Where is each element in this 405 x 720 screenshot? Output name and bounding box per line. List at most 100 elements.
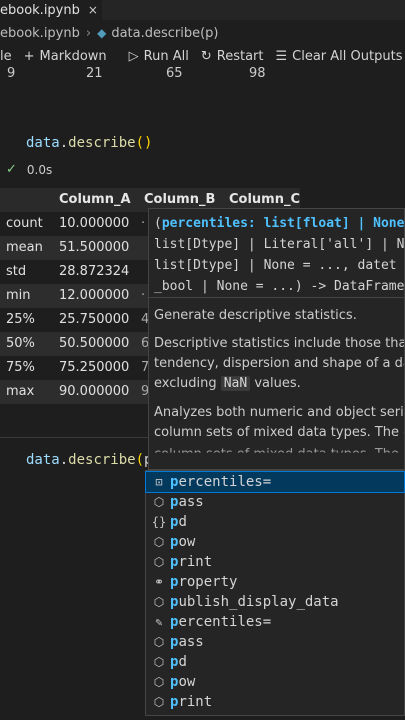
suggestion-label: ass: [178, 634, 204, 650]
signature-help-popup: (percentiles: list[float] | None list[Dt…: [148, 208, 405, 470]
restart-button[interactable]: ↻ Restart: [201, 49, 264, 64]
method-icon: ⬡: [153, 695, 165, 709]
execution-time: 0.0s: [26, 162, 53, 177]
row-index: min: [6, 288, 31, 303]
suggestion-item[interactable]: ⚭ p roperty: [146, 572, 404, 592]
hover-divider: [149, 297, 404, 298]
suggestion-item[interactable]: ⬡ p d: [146, 652, 404, 672]
execution-status: ✓ 0.0s: [6, 162, 52, 177]
row-index: 25%: [6, 312, 35, 327]
code-cell-describe[interactable]: data.describe(): [26, 135, 405, 151]
clear-all-outputs-label: Clear All Outputs: [292, 48, 403, 64]
row-index: 75%: [6, 360, 35, 375]
notebook-toolbar: le + Markdown ▷ Run All ↻ Restart ☰ Clea…: [0, 44, 405, 68]
suggestion-label: ass: [178, 494, 204, 510]
row-index: std: [6, 264, 27, 279]
run-all-label: Run All: [143, 48, 189, 64]
row-value-clipped: ·: [141, 288, 146, 303]
doc-text: Analyzes both numeric and object series: [154, 405, 405, 420]
code-cell-label: le: [0, 48, 12, 64]
row-value: 90.000000: [59, 384, 130, 399]
suggestion-match: p: [170, 614, 179, 630]
suggestion-match: p: [170, 674, 179, 690]
previous-output-cell: 9: [7, 66, 16, 81]
column-header: Column_B: [144, 192, 216, 207]
row-value: 50.500000: [59, 336, 130, 351]
suggestion-item[interactable]: ⬡ p ass: [146, 492, 404, 512]
code-parens: (): [135, 135, 153, 151]
run-icon: ▷: [128, 48, 139, 64]
column-header: Column_C: [229, 192, 301, 207]
row-value: 51.500000: [59, 240, 130, 255]
python-icon: ◆: [97, 26, 107, 40]
suggestion-match: p: [170, 494, 179, 510]
suggestion-label: d: [178, 514, 187, 530]
suggestion-item[interactable]: ⬡ p rint: [146, 692, 404, 712]
clear-all-outputs-button[interactable]: ☰ Clear All Outputs: [276, 49, 403, 64]
run-all-button[interactable]: ▷ Run All: [129, 49, 189, 64]
method-icon: ⬡: [153, 555, 165, 569]
editor-tab-bar: ebook.ipynb ×: [0, 0, 405, 20]
notebook-tab[interactable]: ebook.ipynb ×: [0, 0, 102, 20]
active-parameter: percentiles: list[float] | None: [161, 216, 405, 231]
row-value: 28.872324: [59, 264, 130, 279]
clear-outputs-icon: ☰: [275, 48, 288, 64]
add-markdown-button[interactable]: + Markdown: [24, 49, 107, 64]
suggestion-item[interactable]: ✎ p ercentiles=: [146, 612, 404, 632]
check-icon: ✓: [6, 162, 17, 177]
method-icon: ⬡: [153, 535, 165, 549]
suggestion-match: p: [170, 654, 179, 670]
method-icon: ⬡: [153, 635, 165, 649]
suggestion-label: ercentiles=: [178, 614, 272, 630]
suggestion-item[interactable]: ⬡ p ow: [146, 532, 404, 552]
suggestion-item[interactable]: ⬡ p ublish_display_data: [146, 592, 404, 612]
suggestion-label: rint: [178, 554, 213, 570]
previous-output-cell: 21: [86, 66, 103, 81]
plus-icon: +: [23, 48, 35, 64]
doc-text-segment: values.: [250, 376, 301, 391]
suggestion-item[interactable]: ⊡ p ercentiles=: [145, 471, 405, 493]
doc-text-clipped: column sets of mixed data types. The ou: [154, 447, 405, 462]
row-value: 12.000000: [59, 288, 130, 303]
suggestion-item[interactable]: ⬡ p ow: [146, 672, 404, 692]
code-cell-button[interactable]: le: [0, 49, 12, 64]
suggestion-match: p: [170, 514, 179, 530]
doc-text: Descriptive statistics include those tha…: [154, 336, 405, 351]
suggestion-item[interactable]: ⬡ p ass: [146, 632, 404, 652]
suggestion-match: p: [170, 574, 179, 590]
breadcrumb-symbol[interactable]: data.describe(p): [111, 26, 218, 41]
row-value-clipped: ·: [141, 216, 146, 231]
suggestion-match: p: [170, 594, 179, 610]
close-tab-icon[interactable]: ×: [88, 3, 98, 17]
restart-label: Restart: [216, 48, 264, 64]
code-function: describe: [68, 452, 136, 468]
signature-line: list[Dtype] | Literal['all'] | N: [154, 237, 405, 252]
suggestion-label: rint: [178, 694, 213, 710]
row-value: 75.250000: [59, 360, 130, 375]
suggestion-label: ercentiles=: [178, 474, 272, 490]
suggestion-match: p: [170, 694, 179, 710]
breadcrumb-file[interactable]: ebook.ipynb: [0, 26, 80, 41]
suggestion-match: p: [170, 474, 179, 490]
suggestion-match: p: [170, 634, 179, 650]
keyword-icon: ⬡: [153, 495, 165, 509]
previous-output-cell: 98: [249, 66, 266, 81]
breadcrumb-separator: ›: [85, 25, 92, 41]
suggestion-label: roperty: [178, 574, 238, 590]
column-header: Column_A: [59, 192, 131, 207]
add-markdown-label: Markdown: [39, 48, 107, 64]
doc-text-segment: excluding: [154, 376, 221, 391]
code-dot: .: [59, 452, 69, 468]
previous-output-cell: 65: [166, 66, 183, 81]
row-index: count: [6, 216, 43, 231]
variable-icon: ⊡: [155, 475, 163, 489]
method-icon: ⬡: [153, 595, 165, 609]
suggestion-item[interactable]: ⬡ p rint: [146, 552, 404, 572]
module-icon: {}: [151, 515, 167, 529]
suggestion-match: p: [170, 534, 179, 550]
code-variable: data: [26, 452, 60, 468]
code-dot: .: [59, 135, 69, 151]
suggestion-item[interactable]: {} p d: [146, 512, 404, 532]
row-value: 25.750000: [59, 312, 130, 327]
doc-text: excluding NaN values.: [154, 374, 301, 393]
